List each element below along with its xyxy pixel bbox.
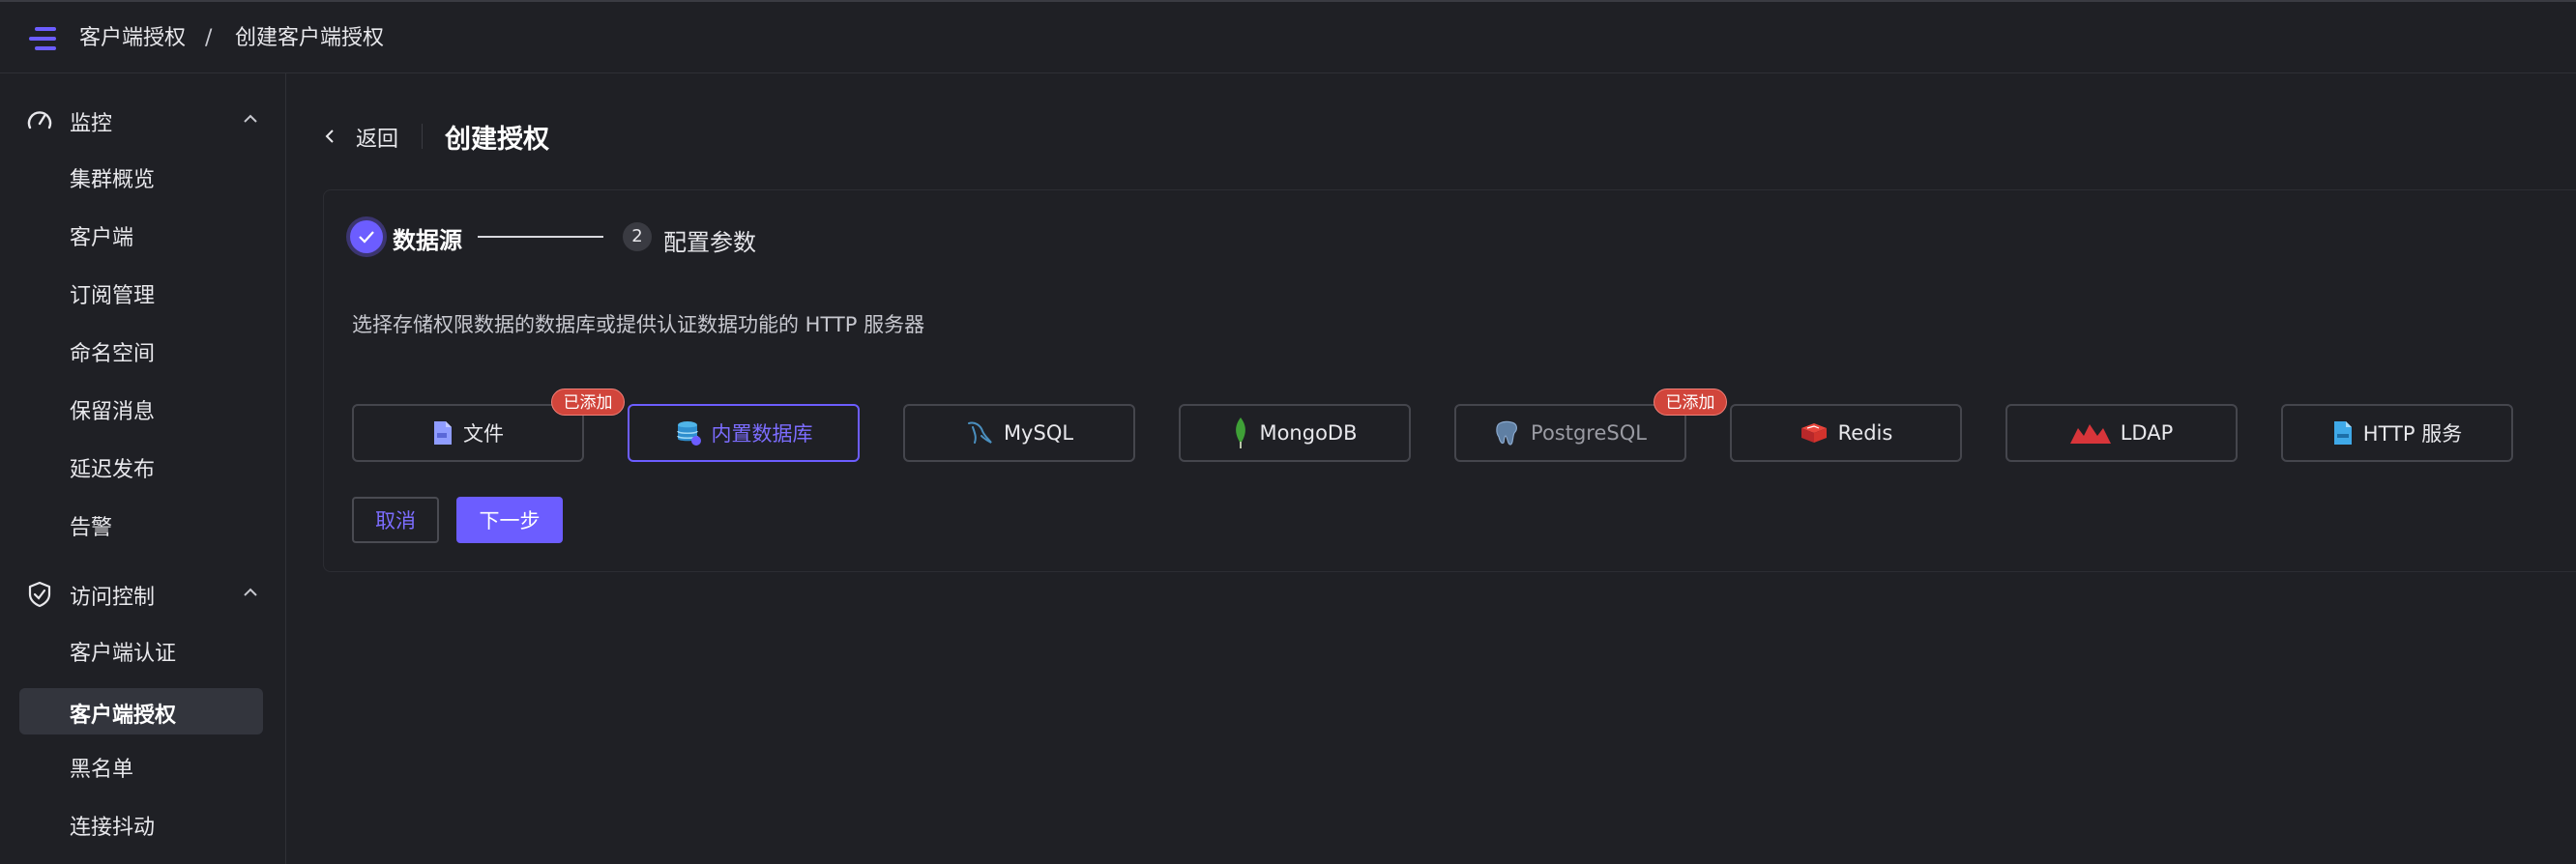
sidebar-group-label: 监控 bbox=[70, 112, 113, 136]
sidebar-item-flapping-detect[interactable]: 连接抖动 bbox=[19, 800, 263, 847]
chevron-left-icon bbox=[325, 130, 334, 143]
page-title: 创建授权 bbox=[445, 125, 549, 155]
step-2-number: 2 bbox=[623, 222, 652, 251]
added-badge: 已添加 bbox=[1654, 389, 1727, 416]
top-bar: 客户端授权 / 创建客户端授权 bbox=[0, 0, 2576, 73]
check-icon bbox=[359, 231, 374, 244]
menu-icon[interactable] bbox=[29, 27, 62, 50]
sidebar-item-blacklist[interactable]: 黑名单 bbox=[19, 742, 263, 789]
step-connector bbox=[478, 236, 603, 238]
mongodb-leaf-icon bbox=[1236, 418, 1246, 448]
shield-check-icon bbox=[28, 581, 51, 608]
sidebar-group-access-control[interactable]: 访问控制 bbox=[0, 566, 286, 620]
sidebar-item-client-authorization[interactable]: 客户端授权 bbox=[19, 688, 263, 734]
sidebar-item-retained-messages[interactable]: 保留消息 bbox=[19, 385, 263, 431]
cancel-button[interactable]: 取消 bbox=[352, 497, 439, 543]
file-icon bbox=[434, 421, 452, 445]
sidebar-group-monitor[interactable]: 监控 bbox=[0, 93, 286, 147]
step-1-done-indicator bbox=[350, 220, 383, 253]
sidebar-item-client-auth[interactable]: 客户端认证 bbox=[19, 626, 263, 673]
create-authorization-card bbox=[323, 189, 2576, 572]
ldap-icon bbox=[2069, 424, 2111, 444]
breadcrumb-parent[interactable]: 客户端授权 bbox=[79, 25, 186, 52]
database-icon bbox=[676, 421, 701, 446]
breadcrumb-separator: / bbox=[205, 26, 213, 50]
source-option-ldap[interactable]: LDAP bbox=[2005, 404, 2238, 462]
http-file-icon bbox=[2333, 421, 2352, 445]
added-badge: 已添加 bbox=[551, 389, 625, 416]
step-2-label: 配置参数 bbox=[663, 229, 756, 256]
next-step-button[interactable]: 下一步 bbox=[456, 497, 563, 543]
postgresql-elephant-icon bbox=[1496, 420, 1518, 446]
mysql-dolphin-icon bbox=[967, 421, 992, 444]
sidebar-item-namespaces[interactable]: 命名空间 bbox=[19, 327, 263, 373]
source-option-postgresql[interactable]: PostgreSQL bbox=[1454, 404, 1686, 462]
source-option-file[interactable]: 文件 bbox=[352, 404, 584, 462]
source-option-mysql[interactable]: MySQL bbox=[903, 404, 1135, 462]
chevron-up-icon bbox=[244, 588, 257, 596]
gauge-icon bbox=[27, 111, 52, 130]
sidebar-item-delayed-publish[interactable]: 延迟发布 bbox=[19, 443, 263, 489]
breadcrumb-current: 创建客户端授权 bbox=[235, 26, 385, 50]
redis-cube-icon bbox=[1800, 423, 1827, 443]
header-divider bbox=[422, 124, 423, 149]
sidebar-group-label: 访问控制 bbox=[70, 586, 156, 610]
sidebar-item-subscriptions[interactable]: 订阅管理 bbox=[19, 269, 263, 315]
source-option-mongodb[interactable]: MongoDB bbox=[1179, 404, 1411, 462]
sidebar-item-alarms[interactable]: 告警 bbox=[19, 501, 263, 547]
sidebar: 监控 集群概览 客户端 订阅管理 命名空间 保留消息 延迟发布 告警 访问控制 … bbox=[0, 73, 286, 864]
sidebar-item-cluster-overview[interactable]: 集群概览 bbox=[19, 153, 263, 199]
source-option-http-service[interactable]: HTTP 服务 bbox=[2281, 404, 2513, 462]
sidebar-item-clients[interactable]: 客户端 bbox=[19, 211, 263, 257]
source-option-built-in-database[interactable]: 内置数据库 bbox=[628, 404, 860, 462]
source-option-redis[interactable]: Redis bbox=[1730, 404, 1962, 462]
chevron-up-icon bbox=[244, 114, 257, 123]
step-description: 选择存储权限数据的数据库或提供认证数据功能的 HTTP 服务器 bbox=[352, 313, 925, 336]
step-1-label: 数据源 bbox=[393, 227, 462, 254]
